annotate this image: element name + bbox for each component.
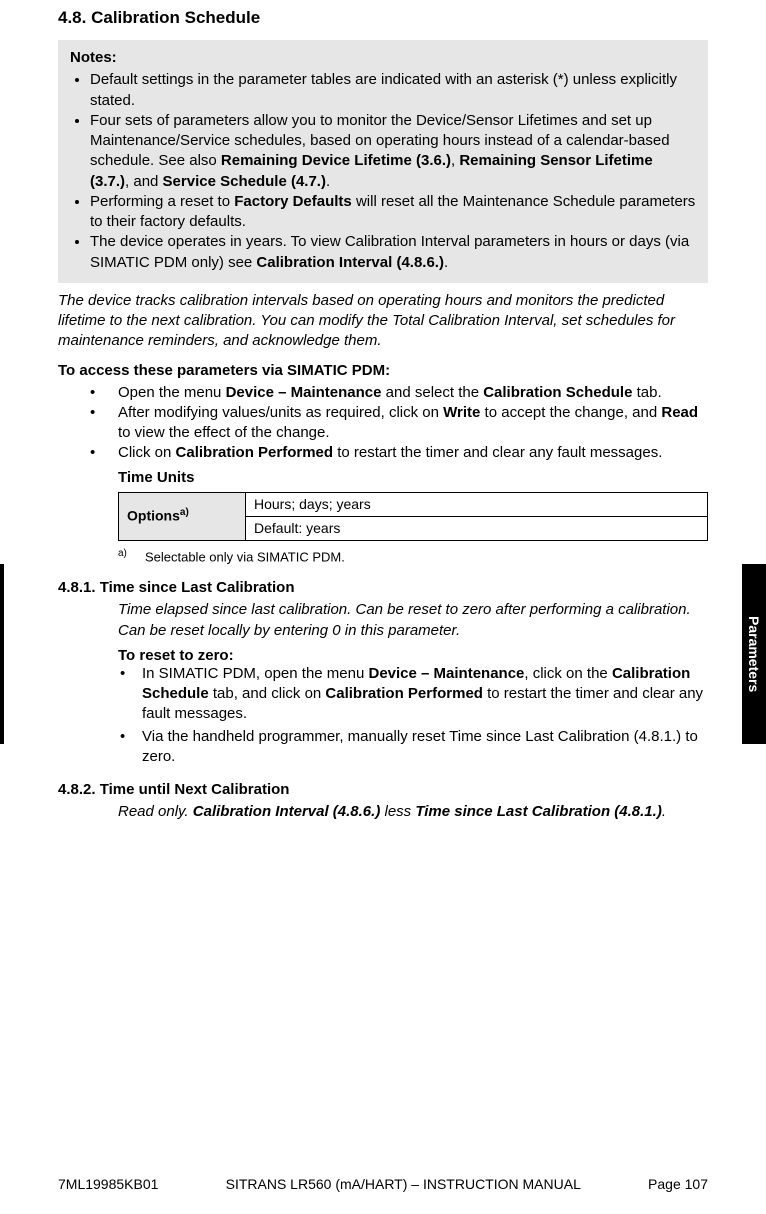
options-label-cell: Optionsa) [119,492,246,540]
list-item: In SIMATIC PDM, open the menu Device – M… [142,664,708,725]
options-row-2: Default: years [246,516,708,540]
access-list: Open the menu Device – Maintenance and s… [58,383,708,464]
time-units-block: Time Units Optionsa) Hours; days; years … [118,468,708,566]
list-item: Via the handheld programmer, manually re… [142,727,708,768]
page: 4.8. Calibration Schedule Notes: Default… [0,8,766,1214]
subsection-481-body: Time elapsed since last calibration. Can… [118,600,708,767]
options-label: Options [127,508,180,524]
list-item: Open the menu Device – Maintenance and s… [118,383,708,403]
footer-title: SITRANS LR560 (mA/HART) – INSTRUCTION MA… [158,1176,648,1192]
intro-paragraph: The device tracks calibration intervals … [58,291,708,352]
section-heading: 4.8. Calibration Schedule [58,8,708,28]
page-footer: 7ML19985KB01 SITRANS LR560 (mA/HART) – I… [58,1176,708,1192]
subsection-482-description: Read only. Calibration Interval (4.8.6.)… [118,802,708,822]
time-units-heading: Time Units [118,468,708,488]
side-tab: Parameters [742,564,766,744]
left-edge-stub [0,564,4,744]
section-title-text: Calibration Schedule [91,8,260,27]
subsection-482-heading: 4.8.2. Time until Next Calibration [58,781,708,798]
reset-heading: To reset to zero: [118,647,708,664]
access-heading: To access these parameters via SIMATIC P… [58,362,708,379]
list-item: Default settings in the parameter tables… [90,70,696,111]
list-item: The device operates in years. To view Ca… [90,232,696,273]
subsection-482-body: Read only. Calibration Interval (4.8.6.)… [118,802,708,822]
options-footnote: a) Selectable only via SIMATIC PDM. [118,547,708,566]
footer-docnum: 7ML19985KB01 [58,1176,158,1192]
footnote-text: Selectable only via SIMATIC PDM. [145,549,345,564]
list-item: Four sets of parameters allow you to mon… [90,111,696,192]
side-tab-label: Parameters [746,616,762,692]
options-row-1: Hours; days; years [246,492,708,516]
footnote-mark: a) [118,548,127,559]
notes-list: Default settings in the parameter tables… [70,70,696,273]
subsection-482-number: 4.8.2. [58,781,96,798]
subsection-481-number: 4.8.1. [58,579,96,596]
subsection-482-title: Time until Next Calibration [100,781,290,798]
notes-heading: Notes: [70,48,696,68]
list-item: After modifying values/units as required… [118,403,708,444]
list-item: Click on Calibration Performed to restar… [118,443,708,463]
reset-list: In SIMATIC PDM, open the menu Device – M… [118,664,708,767]
subsection-481-description: Time elapsed since last calibration. Can… [118,600,708,641]
options-table: Optionsa) Hours; days; years Default: ye… [118,492,708,541]
list-item: Performing a reset to Factory Defaults w… [90,192,696,233]
footer-pagenum: Page 107 [648,1176,708,1192]
subsection-481-heading: 4.8.1. Time since Last Calibration [58,579,708,596]
options-superscript: a) [180,507,189,518]
subsection-481-title: Time since Last Calibration [100,579,295,596]
notes-box: Notes: Default settings in the parameter… [58,40,708,283]
section-number: 4.8. [58,8,86,27]
